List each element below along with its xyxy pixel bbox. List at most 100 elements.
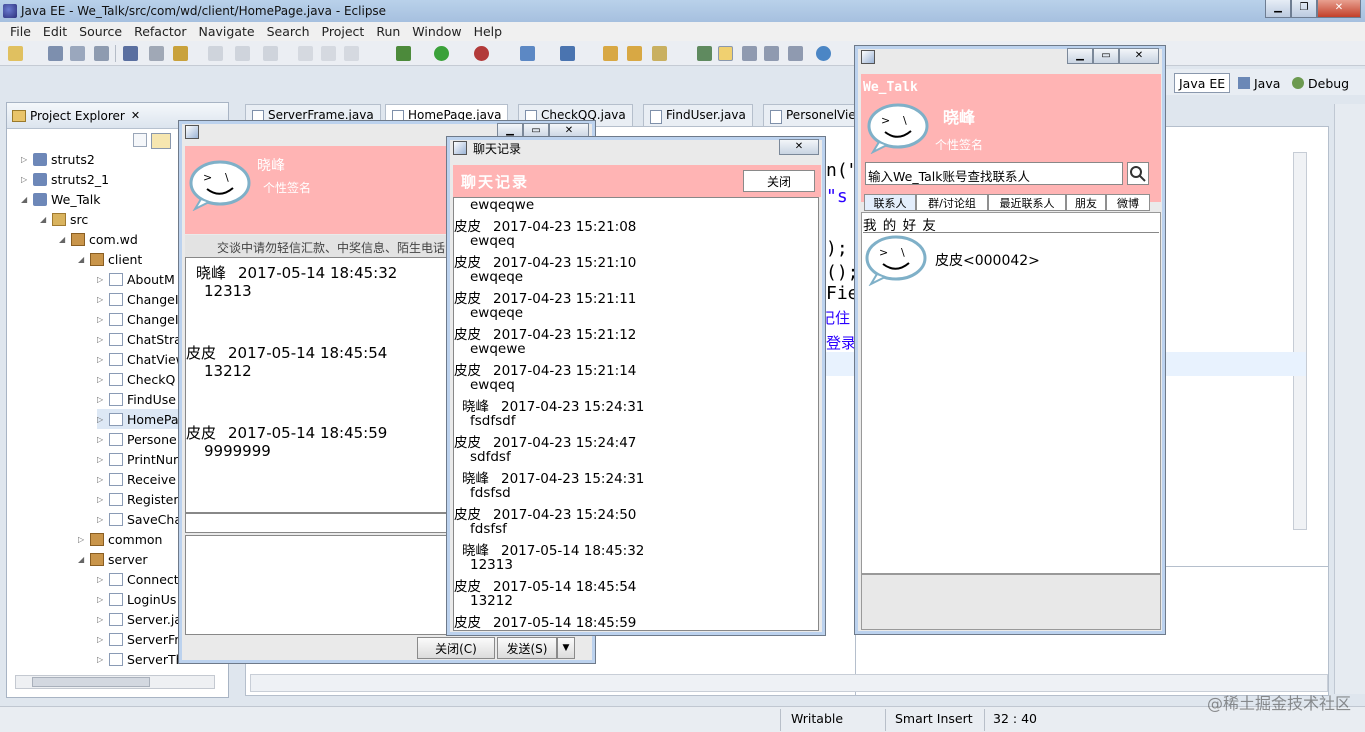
friends-group-label[interactable]: 我 的 好 友: [863, 214, 937, 234]
perspective-java[interactable]: Java: [1238, 73, 1280, 93]
new-class-icon[interactable]: [560, 46, 575, 61]
expand-toggle-icon[interactable]: ▷: [97, 435, 109, 444]
menu-search[interactable]: Search: [261, 24, 316, 39]
expand-toggle-icon[interactable]: ▷: [97, 275, 109, 284]
menu-window[interactable]: Window: [406, 24, 467, 39]
send-options-dropdown[interactable]: ▼: [557, 637, 575, 659]
menu-refactor[interactable]: Refactor: [128, 24, 192, 39]
block-select-icon[interactable]: [764, 46, 779, 61]
tab-groups[interactable]: 群/讨论组: [916, 194, 988, 211]
perspective-javaee[interactable]: Java EE: [1174, 73, 1231, 93]
expand-toggle-icon[interactable]: ◢: [59, 235, 71, 244]
search-tool-icon[interactable]: [652, 46, 667, 61]
chat-close-button[interactable]: 关闭(C): [417, 637, 495, 659]
expand-toggle-icon[interactable]: ▷: [97, 395, 109, 404]
tree-item[interactable]: ▷ common: [78, 529, 162, 549]
save-all-icon[interactable]: [70, 46, 85, 61]
contact-item[interactable]: 皮皮<000042>: [935, 250, 1040, 270]
tree-item[interactable]: ◢ com.wd: [59, 229, 138, 249]
expand-toggle-icon[interactable]: ▷: [97, 595, 109, 604]
tree-item[interactable]: ▷ Persone: [97, 429, 177, 449]
minimize-button[interactable]: ▁: [1265, 0, 1291, 18]
main-maximize-button[interactable]: ▭: [1093, 48, 1119, 64]
pilcrow-icon[interactable]: [788, 46, 803, 61]
tree-item[interactable]: ▷ struts2_1: [21, 169, 109, 189]
run-icon[interactable]: [434, 46, 449, 61]
expand-toggle-icon[interactable]: ▷: [97, 415, 109, 424]
save-icon[interactable]: [48, 46, 63, 61]
search-button[interactable]: [1127, 162, 1149, 185]
expand-toggle-icon[interactable]: ▷: [97, 355, 109, 364]
link-icon[interactable]: [123, 46, 138, 61]
menu-source[interactable]: Source: [73, 24, 128, 39]
wrench-icon[interactable]: [173, 46, 188, 61]
menu-run[interactable]: Run: [370, 24, 406, 39]
annotation-icon[interactable]: [697, 46, 712, 61]
tab-contacts[interactable]: 联系人: [864, 194, 916, 211]
forward-icon[interactable]: [263, 46, 278, 61]
tree-item[interactable]: ▷ PrintNur: [97, 449, 178, 469]
tree-item[interactable]: ▷ ServerFr: [97, 629, 179, 649]
tree-item[interactable]: ▷ ChatStra: [97, 329, 182, 349]
tree-item[interactable]: ▷ ChangeI: [97, 289, 179, 309]
tree-item[interactable]: ▷ LoginUs: [97, 589, 176, 609]
expand-toggle-icon[interactable]: ▷: [97, 375, 109, 384]
editor-horizontal-scrollbar[interactable]: [250, 674, 1328, 692]
tree-item[interactable]: ▷ CheckQ: [97, 369, 175, 389]
undo-icon[interactable]: [208, 46, 223, 61]
tree-item[interactable]: ▷ SaveCha: [97, 509, 182, 529]
contact-search-input[interactable]: 输入We_Talk账号查找联系人: [865, 162, 1123, 185]
tab-weibo[interactable]: 微博: [1106, 194, 1150, 211]
expand-toggle-icon[interactable]: ▷: [78, 535, 90, 544]
main-minimize-button[interactable]: ▁: [1067, 48, 1093, 64]
open-folder-icon[interactable]: [603, 46, 618, 61]
tree-item[interactable]: ◢ server: [78, 549, 148, 569]
expand-toggle-icon[interactable]: ▷: [97, 515, 109, 524]
tree-item[interactable]: ▷ struts2: [21, 149, 95, 169]
tree-item[interactable]: ▷ HomePa: [97, 409, 179, 429]
format-icon[interactable]: [149, 46, 164, 61]
close-button[interactable]: ✕: [1317, 0, 1361, 18]
debug-icon[interactable]: [396, 46, 411, 61]
send-button[interactable]: 发送(S): [497, 637, 557, 659]
expand-toggle-icon[interactable]: ▷: [97, 455, 109, 464]
expand-toggle-icon[interactable]: ▷: [97, 635, 109, 644]
horizontal-scrollbar[interactable]: [15, 675, 215, 689]
tree-item[interactable]: ▷ ChangeI: [97, 309, 179, 329]
external-tools-icon[interactable]: [474, 46, 489, 61]
tree-item[interactable]: ▷ FindUse: [97, 389, 176, 409]
menu-file[interactable]: File: [4, 24, 37, 39]
terminate-icon[interactable]: [344, 46, 359, 61]
redo-icon[interactable]: [235, 46, 250, 61]
tree-item[interactable]: ▷ Connect: [97, 569, 179, 589]
menu-edit[interactable]: Edit: [37, 24, 73, 39]
expand-toggle-icon[interactable]: ▷: [97, 495, 109, 504]
highlight-icon[interactable]: [718, 46, 733, 61]
globe-icon[interactable]: [816, 46, 831, 61]
history-close-button[interactable]: 关闭: [743, 170, 815, 192]
suspend-icon[interactable]: [321, 46, 336, 61]
expand-toggle-icon[interactable]: ▷: [97, 295, 109, 304]
expand-toggle-icon[interactable]: ◢: [78, 255, 90, 264]
close-view-icon[interactable]: ✕: [131, 109, 140, 122]
tree-item[interactable]: ▷ Server.ja: [97, 609, 182, 629]
history-close-window-button[interactable]: ✕: [779, 139, 819, 155]
perspective-debug[interactable]: Debug: [1292, 73, 1349, 93]
expand-toggle-icon[interactable]: ▷: [21, 175, 33, 184]
new-server-icon[interactable]: [520, 46, 535, 61]
expand-toggle-icon[interactable]: ▷: [97, 335, 109, 344]
collapse-all-icon[interactable]: [133, 133, 147, 147]
tree-item[interactable]: ▷ AboutM: [97, 269, 175, 289]
tab-finduser[interactable]: FindUser.java: [643, 104, 753, 126]
expand-toggle-icon[interactable]: ▷: [97, 475, 109, 484]
tree-item[interactable]: ▷ Receive: [97, 469, 176, 489]
tree-item[interactable]: ▷ ChatView: [97, 349, 186, 369]
expand-toggle-icon[interactable]: ▷: [97, 615, 109, 624]
resume-icon[interactable]: [298, 46, 313, 61]
expand-toggle-icon[interactable]: ◢: [78, 555, 90, 564]
open-type-icon[interactable]: [627, 46, 642, 61]
tab-friends[interactable]: 朋友: [1066, 194, 1106, 211]
menu-navigate[interactable]: Navigate: [193, 24, 261, 39]
print-icon[interactable]: [94, 46, 109, 61]
tree-item[interactable]: ◢ We_Talk: [21, 189, 101, 209]
